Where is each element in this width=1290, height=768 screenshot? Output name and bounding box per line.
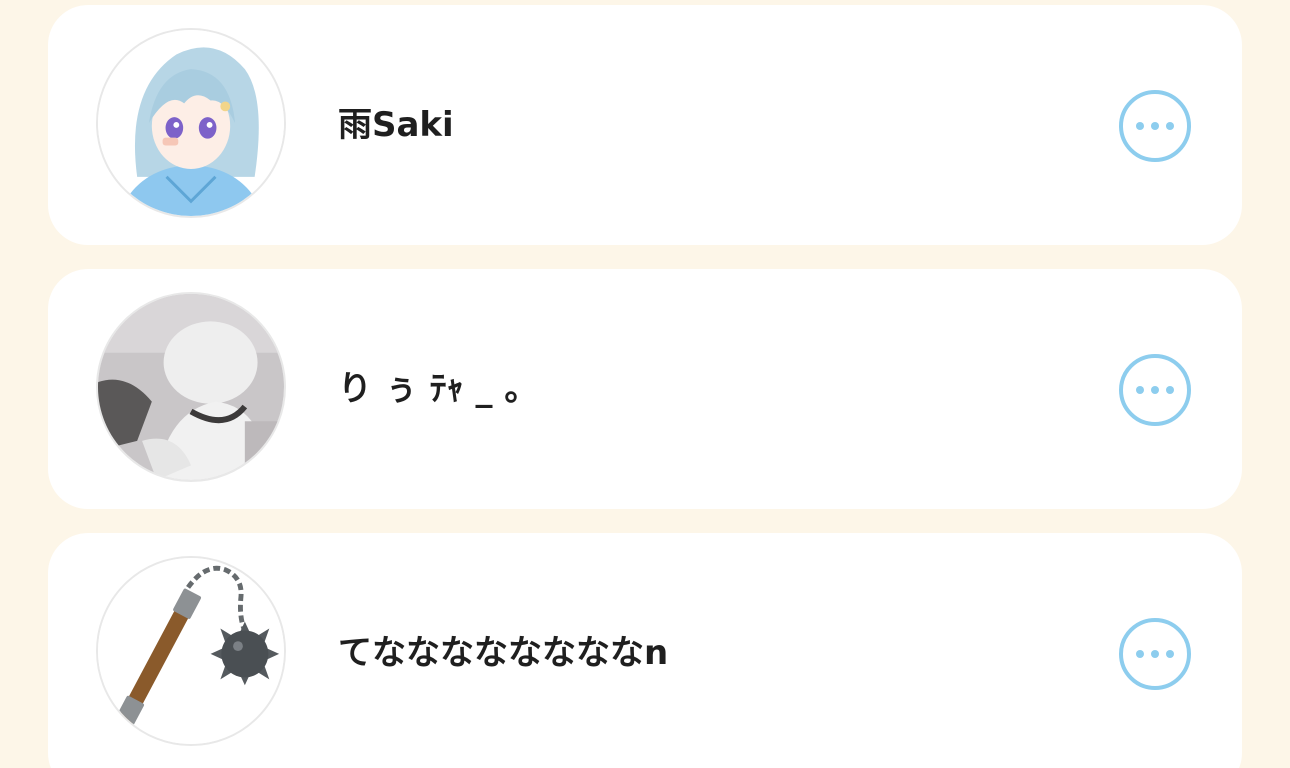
- user-name: てななななななななn: [338, 633, 669, 673]
- user-card[interactable]: 雨Saki: [48, 5, 1242, 245]
- more-options-icon[interactable]: [1119, 618, 1191, 690]
- anime-girl-avatar-icon: [98, 30, 284, 216]
- user-name: り ぅ ﾃｬ _ 。: [338, 369, 539, 409]
- user-card[interactable]: り ぅ ﾃｬ _ 。: [48, 269, 1242, 509]
- user-list: 雨Saki り ぅ ﾃｬ _ 。 てななななななななn: [0, 0, 1290, 768]
- avatar[interactable]: [96, 292, 286, 482]
- avatar[interactable]: [96, 556, 286, 746]
- more-options-icon[interactable]: [1119, 354, 1191, 426]
- user-name: 雨Saki: [338, 105, 454, 145]
- flail-weapon-avatar-icon: [98, 558, 284, 744]
- user-card[interactable]: てななななななななn: [48, 533, 1242, 768]
- avatar[interactable]: [96, 28, 286, 218]
- more-options-icon[interactable]: [1119, 90, 1191, 162]
- white-hair-figure-avatar-icon: [98, 294, 284, 480]
